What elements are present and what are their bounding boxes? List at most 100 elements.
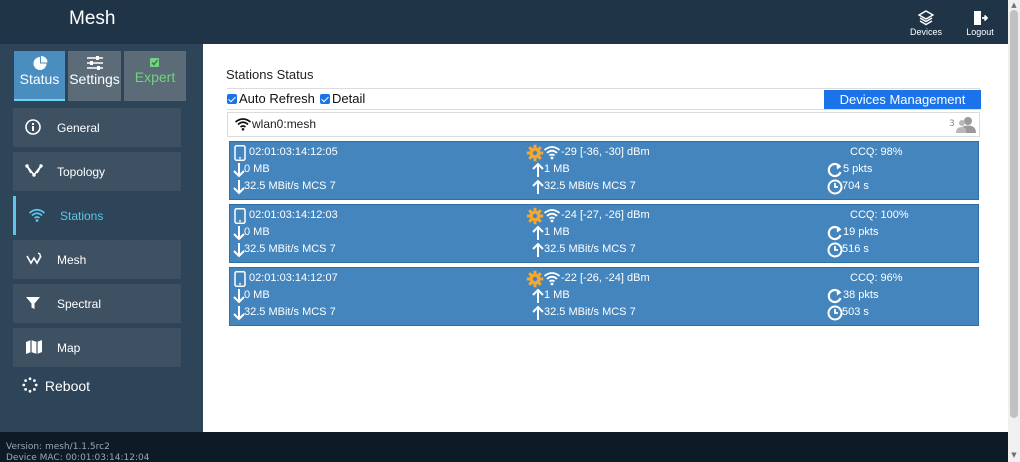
- arrow-up-icon: [532, 162, 544, 177]
- station-card[interactable]: 02:01:03:14:12:03 0 MB 32.5 MBit/s MCS 7 -2…: [229, 204, 979, 263]
- layers-icon: [918, 10, 934, 26]
- auto-refresh-label: Auto Refresh: [239, 91, 315, 106]
- sidebar-item-label: General: [57, 121, 100, 135]
- station-pkts: 19 pkts: [843, 226, 879, 238]
- station-rx-rate: 32.5 MBit/s MCS 7: [244, 243, 336, 255]
- tab-settings-label: Settings: [69, 71, 120, 87]
- station-ccq: CCQ: 96%: [850, 272, 903, 284]
- station-tx-bytes: 1 MB: [544, 163, 570, 175]
- devices-button[interactable]: Devices: [906, 10, 946, 37]
- funnel-icon: [26, 297, 40, 309]
- sidebar-item-label: Topology: [57, 165, 106, 179]
- devices-management-button[interactable]: Devices Management: [824, 90, 981, 109]
- station-mac: 02:01:03:14:12:07: [249, 272, 338, 284]
- clock-icon: [827, 242, 843, 258]
- tab-status[interactable]: Status: [14, 51, 65, 101]
- sidebar-item-label: Mesh: [57, 253, 87, 267]
- interface-row[interactable]: wlan0:mesh 3: [227, 112, 980, 137]
- spinner-icon: [22, 377, 38, 393]
- top-bar: Mesh Devices Logout: [0, 0, 1008, 44]
- users-icon: [956, 117, 976, 133]
- interface-name: wlan0:mesh: [252, 117, 317, 131]
- sidebar-item-label: Map: [57, 341, 81, 355]
- sidebar-item-map[interactable]: Map: [13, 328, 181, 367]
- sidebar-item-topology[interactable]: Topology: [13, 152, 181, 191]
- reboot-label: Reboot: [44, 378, 91, 394]
- sidebar-item-mesh[interactable]: Mesh: [13, 240, 181, 279]
- sidebar-item-label: Spectral: [57, 297, 102, 311]
- station-ccq: CCQ: 100%: [850, 209, 909, 221]
- station-rx-bytes: 0 MB: [244, 289, 270, 301]
- wifi-icon: [543, 146, 561, 160]
- pie-chart-icon: [33, 56, 47, 70]
- device-mac-text: Device MAC: 00:01:03:14:12:04: [6, 453, 150, 462]
- devices-label: Devices: [909, 27, 942, 37]
- station-time: 516 s: [842, 243, 869, 255]
- info-icon: [25, 119, 41, 135]
- station-card[interactable]: 02:01:03:14:12:07 0 MB 32.5 MBit/s MCS 7 -2…: [229, 267, 979, 326]
- station-card[interactable]: 02:01:03:14:12:05 0 MB 32.5 MBit/s MCS 7 -2…: [229, 141, 979, 200]
- page-title: Stations Status: [226, 67, 314, 82]
- phone-icon: [234, 208, 246, 224]
- station-tx-bytes: 1 MB: [544, 289, 570, 301]
- tab-expert[interactable]: Expert: [124, 51, 186, 101]
- arrow-up-icon: [532, 242, 544, 257]
- tab-expert-label: Expert: [134, 69, 176, 85]
- detail-checkbox[interactable]: Detail: [320, 91, 365, 106]
- station-rx-bytes: 0 MB: [244, 163, 270, 175]
- station-rx-bytes: 0 MB: [244, 226, 270, 238]
- gear-icon: [526, 270, 544, 288]
- station-count: 3: [949, 119, 955, 129]
- sidebar: Status Settings Expert General Topology …: [0, 44, 203, 432]
- mesh-icon: [26, 252, 42, 265]
- wifi-icon: [234, 118, 252, 131]
- wifi-icon: [543, 209, 561, 223]
- app-title: Mesh: [69, 8, 116, 29]
- station-signal: -22 [-26, -24] dBm: [561, 272, 650, 284]
- logout-icon: [974, 11, 988, 25]
- detail-label: Detail: [332, 91, 366, 106]
- logout-label: Logout: [966, 27, 994, 37]
- clock-icon: [827, 179, 843, 195]
- station-signal: -29 [-36, -30] dBm: [561, 146, 650, 158]
- checkbox-checked-icon: [227, 93, 237, 104]
- tab-status-label: Status: [19, 71, 60, 87]
- checkbox-checked-icon: [320, 93, 330, 104]
- sliders-icon: [86, 56, 103, 70]
- refresh-icon: [827, 162, 842, 178]
- arrow-up-icon: [532, 305, 544, 320]
- station-time: 503 s: [842, 306, 869, 318]
- refresh-icon: [827, 288, 842, 304]
- station-tx-rate: 32.5 MBit/s MCS 7: [544, 180, 636, 192]
- gear-icon: [526, 207, 544, 225]
- reboot-button[interactable]: Reboot: [22, 377, 90, 394]
- tab-settings[interactable]: Settings: [68, 51, 121, 101]
- station-tx-bytes: 1 MB: [544, 226, 570, 238]
- sidebar-item-spectral[interactable]: Spectral: [13, 284, 181, 323]
- map-icon: [26, 340, 42, 354]
- version-text: Version: mesh/1.1.5rc2: [6, 442, 110, 452]
- sidebar-item-label: Stations: [60, 209, 104, 223]
- scrollbar-thumb[interactable]: [1010, 10, 1018, 418]
- station-signal: -24 [-27, -26] dBm: [561, 209, 650, 221]
- topology-icon: [25, 164, 43, 177]
- station-rx-rate: 32.5 MBit/s MCS 7: [244, 306, 336, 318]
- auto-refresh-checkbox[interactable]: Auto Refresh: [227, 91, 315, 106]
- scroll-down-arrow[interactable]: ▼: [1010, 451, 1018, 459]
- arrow-up-icon: [532, 179, 544, 194]
- station-pkts: 5 pkts: [843, 163, 873, 175]
- wifi-icon: [28, 208, 46, 222]
- sidebar-item-stations[interactable]: Stations: [13, 196, 181, 235]
- logout-button[interactable]: Logout: [962, 10, 998, 37]
- station-rx-rate: 32.5 MBit/s MCS 7: [244, 180, 336, 192]
- footer: Version: mesh/1.1.5rc2 Device MAC: 00:01…: [0, 432, 1008, 462]
- checkbox-icon: [150, 58, 159, 67]
- station-pkts: 38 pkts: [843, 289, 879, 301]
- gear-icon: [526, 144, 544, 162]
- sidebar-item-general[interactable]: General: [13, 108, 181, 147]
- vertical-scrollbar[interactable]: ▲ ▼: [1008, 0, 1020, 462]
- scroll-up-arrow[interactable]: ▲: [1010, 1, 1018, 9]
- arrow-up-icon: [532, 288, 544, 303]
- station-time: 704 s: [842, 180, 869, 192]
- station-ccq: CCQ: 98%: [850, 146, 903, 158]
